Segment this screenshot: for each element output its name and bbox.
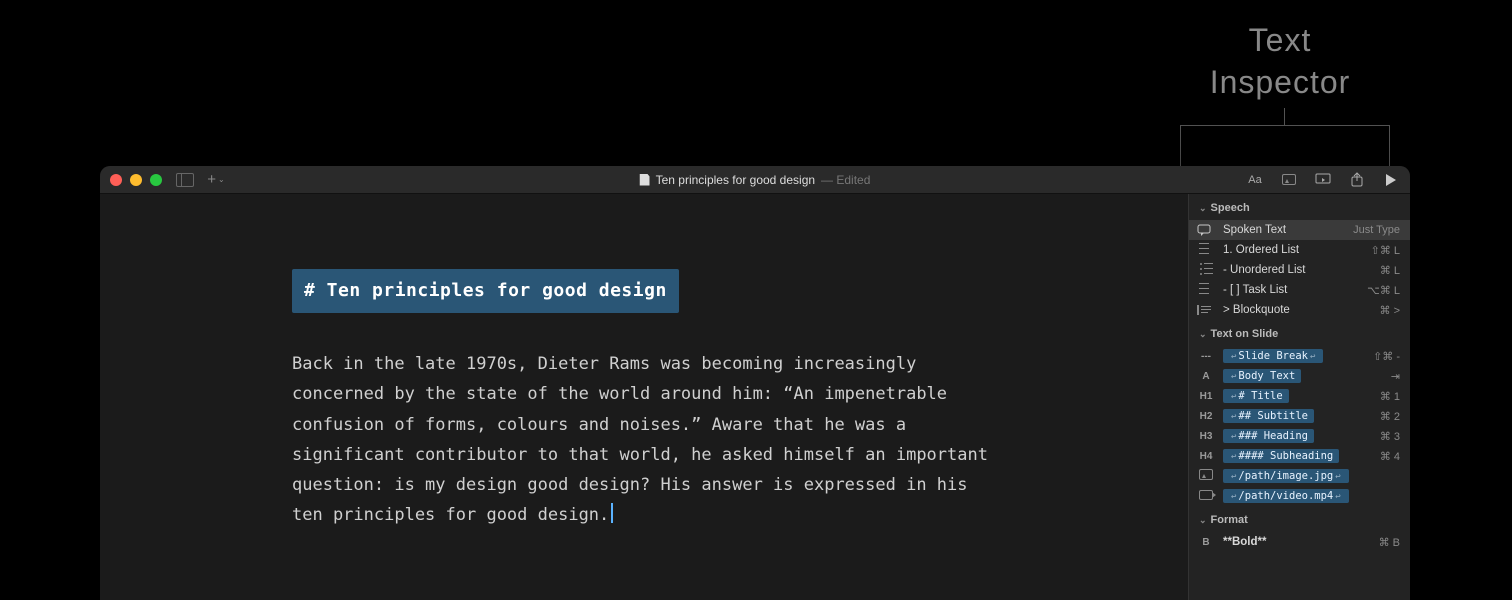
row-shortcut: ⌘ 3	[1380, 430, 1400, 443]
row-spoken-text[interactable]: Spoken Text Just Type	[1189, 220, 1410, 240]
row-label: Spoken Text	[1223, 224, 1345, 236]
annotation-bracket	[1180, 125, 1390, 167]
row-shortcut: ⌥⌘ L	[1367, 284, 1400, 297]
row-heading[interactable]: H3 ↩### Heading ⌘ 3	[1189, 426, 1410, 446]
app-window: +⌄ Ten principles for good design — Edit…	[100, 166, 1410, 600]
row-shortcut: ⌘ >	[1380, 304, 1400, 317]
section-header-format[interactable]: ⌄ Format	[1189, 506, 1410, 532]
row-title[interactable]: H1 ↩# Title ⌘ 1	[1189, 386, 1410, 406]
h4-icon: H4	[1197, 451, 1215, 462]
row-ordered-list[interactable]: 1. Ordered List ⇧⌘ L	[1189, 240, 1410, 260]
chevron-down-icon: ⌄	[1199, 329, 1207, 340]
blockquote-icon	[1197, 305, 1215, 315]
row-body-text[interactable]: A ↩Body Text ⇥	[1189, 366, 1410, 386]
image-icon	[1282, 174, 1296, 185]
annotation-line-1: Text	[1180, 20, 1380, 62]
section-title-text-on-slide: Text on Slide	[1211, 328, 1279, 340]
share-icon	[1350, 172, 1364, 187]
document-status: — Edited	[821, 173, 870, 187]
row-shortcut: ⌘ B	[1379, 536, 1400, 549]
row-video[interactable]: ↩/path/video.mp4↩	[1189, 486, 1410, 506]
bold-icon: B	[1197, 537, 1215, 548]
row-label: ↩/path/image.jpg↩	[1223, 469, 1392, 483]
ordered-list-icon	[1197, 243, 1215, 258]
presenter-icon	[1315, 173, 1331, 187]
h2-icon: H2	[1197, 411, 1215, 422]
add-button[interactable]: +⌄	[208, 173, 224, 187]
row-label: ↩## Subtitle	[1223, 409, 1372, 423]
annotation-line-2: Inspector	[1180, 62, 1380, 104]
close-button[interactable]	[110, 174, 122, 186]
row-bold[interactable]: B **Bold** ⌘ B	[1189, 532, 1410, 552]
play-icon	[1385, 173, 1397, 187]
annotation-stem	[1284, 108, 1285, 126]
body-paragraph[interactable]: Back in the late 1970s, Dieter Rams was …	[292, 349, 992, 531]
text-inspector-panel: ⌄ Speech Spoken Text Just Type 1. Ordere…	[1188, 194, 1410, 600]
annotation-label: Text Inspector	[1180, 20, 1380, 103]
row-label: 1. Ordered List	[1223, 244, 1363, 256]
text-inspector-button[interactable]: Aa	[1246, 173, 1264, 187]
titlebar: +⌄ Ten principles for good design — Edit…	[100, 166, 1410, 194]
chevron-down-icon: ⌄	[1199, 515, 1207, 526]
row-slide-break[interactable]: --- ↩Slide Break↩ ⇧⌘ -	[1189, 346, 1410, 366]
h1-icon: H1	[1197, 391, 1215, 402]
row-label: ↩Slide Break↩	[1223, 349, 1365, 363]
task-list-icon	[1197, 283, 1215, 298]
row-label: ↩/path/video.mp4↩	[1223, 489, 1392, 503]
video-icon	[1197, 490, 1215, 503]
zoom-button[interactable]	[150, 174, 162, 186]
body-text-content: Back in the late 1970s, Dieter Rams was …	[292, 354, 988, 525]
sidebar-toggle-button[interactable]	[176, 173, 194, 187]
row-label: **Bold**	[1223, 536, 1371, 548]
plus-icon: +	[207, 174, 216, 186]
rehearse-button[interactable]	[1314, 173, 1332, 187]
row-image[interactable]: ↩/path/image.jpg↩	[1189, 466, 1410, 486]
row-subheading[interactable]: H4 ↩#### Subheading ⌘ 4	[1189, 446, 1410, 466]
heading-line[interactable]: # Ten principles for good design	[292, 269, 679, 313]
row-shortcut: ⇧⌘ -	[1373, 350, 1400, 363]
traffic-lights	[110, 174, 162, 186]
editor-area[interactable]: # Ten principles for good design Back in…	[100, 194, 1188, 600]
image-icon	[1197, 469, 1215, 483]
row-shortcut: ⌘ 2	[1380, 410, 1400, 423]
body-area: # Ten principles for good design Back in…	[100, 194, 1410, 600]
media-inspector-button[interactable]	[1280, 173, 1298, 187]
row-subtitle[interactable]: H2 ↩## Subtitle ⌘ 2	[1189, 406, 1410, 426]
speech-bubble-icon	[1197, 224, 1215, 236]
unordered-list-icon	[1197, 263, 1215, 278]
chevron-down-icon: ⌄	[1199, 203, 1207, 214]
document-icon	[640, 174, 650, 186]
row-label: ↩Body Text	[1223, 369, 1383, 383]
minimize-button[interactable]	[130, 174, 142, 186]
text-caret	[611, 503, 613, 523]
hr-icon: ---	[1197, 351, 1215, 362]
row-label: ↩### Heading	[1223, 429, 1372, 443]
body-text-icon: A	[1197, 371, 1215, 382]
section-header-text-on-slide[interactable]: ⌄ Text on Slide	[1189, 320, 1410, 346]
row-label: - Unordered List	[1223, 264, 1372, 276]
row-shortcut: ⌘ 4	[1380, 450, 1400, 463]
row-unordered-list[interactable]: - Unordered List ⌘ L	[1189, 260, 1410, 280]
section-header-speech[interactable]: ⌄ Speech	[1189, 194, 1410, 220]
section-title-speech: Speech	[1211, 202, 1250, 214]
play-button[interactable]	[1382, 173, 1400, 187]
share-button[interactable]	[1348, 173, 1366, 187]
row-task-list[interactable]: - [ ] Task List ⌥⌘ L	[1189, 280, 1410, 300]
row-shortcut: ⇧⌘ L	[1371, 244, 1400, 257]
chevron-down-icon: ⌄	[218, 174, 225, 186]
h3-icon: H3	[1197, 431, 1215, 442]
section-title-format: Format	[1211, 514, 1248, 526]
row-label: ↩# Title	[1223, 389, 1372, 403]
row-shortcut: ⇥	[1391, 370, 1400, 383]
row-shortcut: Just Type	[1353, 224, 1400, 236]
row-shortcut: ⌘ 1	[1380, 390, 1400, 403]
document-title: Ten principles for good design	[656, 173, 815, 187]
row-label: > Blockquote	[1223, 304, 1372, 316]
title-center: Ten principles for good design — Edited	[640, 173, 871, 187]
toolbar-right: Aa	[1246, 173, 1400, 187]
row-label: - [ ] Task List	[1223, 284, 1359, 296]
row-shortcut: ⌘ L	[1380, 264, 1400, 277]
row-blockquote[interactable]: > Blockquote ⌘ >	[1189, 300, 1410, 320]
row-label: ↩#### Subheading	[1223, 449, 1372, 463]
